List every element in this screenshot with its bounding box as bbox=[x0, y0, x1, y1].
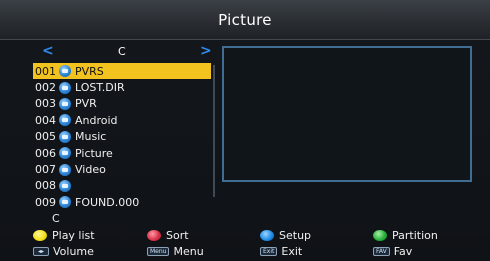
list-item[interactable]: 004 Android bbox=[33, 112, 211, 128]
folder-icon bbox=[59, 114, 71, 127]
folder-icon bbox=[59, 163, 71, 176]
list-item[interactable]: 002 LOST.DIR bbox=[33, 79, 211, 95]
menu-key-icon: Menu bbox=[147, 247, 170, 256]
playlist-hint[interactable]: Play list bbox=[33, 229, 95, 242]
volume-hint[interactable]: ◂▸ Volume bbox=[33, 245, 94, 258]
chevron-left-icon[interactable]: < bbox=[42, 43, 54, 59]
folder-icon bbox=[59, 81, 71, 94]
list-item[interactable]: 008 bbox=[33, 178, 211, 194]
list-item[interactable]: 005 Music bbox=[33, 129, 211, 145]
media-browser-screen: Picture < C > 001 PVRS 002 LOST.DIR 003 … bbox=[0, 0, 490, 261]
volume-label: Volume bbox=[53, 245, 94, 258]
item-name: LOST.DIR bbox=[75, 81, 125, 95]
blue-button-icon bbox=[260, 230, 274, 241]
yellow-button-icon bbox=[33, 230, 47, 241]
list-item[interactable]: 009 FOUND.000 bbox=[33, 194, 211, 210]
file-list: 001 PVRS 002 LOST.DIR 003 PVR 004 Androi… bbox=[33, 63, 211, 211]
scrollbar[interactable] bbox=[213, 65, 215, 197]
sort-label: Sort bbox=[166, 229, 189, 242]
list-item[interactable]: 001 PVRS bbox=[33, 63, 211, 80]
folder-icon bbox=[59, 65, 71, 78]
setup-label: Setup bbox=[279, 229, 312, 242]
item-name: Music bbox=[75, 130, 107, 144]
item-number: 007 bbox=[35, 163, 56, 177]
menu-label: Menu bbox=[173, 245, 204, 258]
item-number: 004 bbox=[35, 113, 56, 127]
green-button-icon bbox=[373, 230, 387, 241]
item-name: Picture bbox=[75, 146, 113, 160]
menu-hint[interactable]: Menu Menu bbox=[147, 245, 204, 258]
setup-hint[interactable]: Setup bbox=[260, 229, 311, 242]
drive-selector[interactable]: < C > bbox=[34, 43, 212, 60]
preview-pane bbox=[222, 46, 472, 182]
partition-hint[interactable]: Partition bbox=[373, 229, 438, 242]
current-path: C bbox=[52, 212, 60, 225]
red-button-icon bbox=[147, 230, 161, 241]
left-right-key-icon: ◂▸ bbox=[33, 247, 49, 256]
list-item[interactable]: 003 PVR bbox=[33, 96, 211, 112]
list-item[interactable]: 006 Picture bbox=[33, 145, 211, 161]
sort-hint[interactable]: Sort bbox=[147, 229, 189, 242]
item-number: 009 bbox=[35, 195, 56, 209]
item-name: PVR bbox=[75, 97, 97, 111]
folder-icon bbox=[59, 179, 71, 192]
exit-key-icon: Exit bbox=[260, 247, 278, 256]
folder-icon bbox=[59, 147, 71, 160]
exit-label: Exit bbox=[281, 245, 303, 258]
list-item[interactable]: 007 Video bbox=[33, 161, 211, 177]
item-number: 005 bbox=[35, 130, 56, 144]
drive-label: C bbox=[118, 45, 126, 58]
item-name: PVRS bbox=[75, 64, 104, 78]
exit-hint[interactable]: Exit Exit bbox=[260, 245, 302, 258]
item-number: 006 bbox=[35, 146, 56, 160]
fav-key-icon: FAV bbox=[373, 247, 390, 256]
chevron-right-icon[interactable]: > bbox=[200, 43, 212, 59]
item-number: 008 bbox=[35, 179, 56, 193]
item-number: 002 bbox=[35, 81, 56, 95]
item-name: Android bbox=[75, 113, 118, 127]
page-title: Picture bbox=[218, 10, 272, 29]
playlist-label: Play list bbox=[52, 229, 95, 242]
folder-icon bbox=[59, 196, 71, 209]
folder-icon bbox=[59, 97, 71, 110]
fav-hint[interactable]: FAV Fav bbox=[373, 245, 412, 258]
partition-label: Partition bbox=[392, 229, 438, 242]
folder-icon bbox=[59, 130, 71, 143]
item-number: 001 bbox=[35, 64, 56, 78]
fav-label: Fav bbox=[393, 245, 413, 258]
item-number: 003 bbox=[35, 97, 56, 111]
item-name: FOUND.000 bbox=[75, 195, 140, 209]
item-name: Video bbox=[75, 163, 106, 177]
title-bar: Picture bbox=[0, 0, 490, 40]
